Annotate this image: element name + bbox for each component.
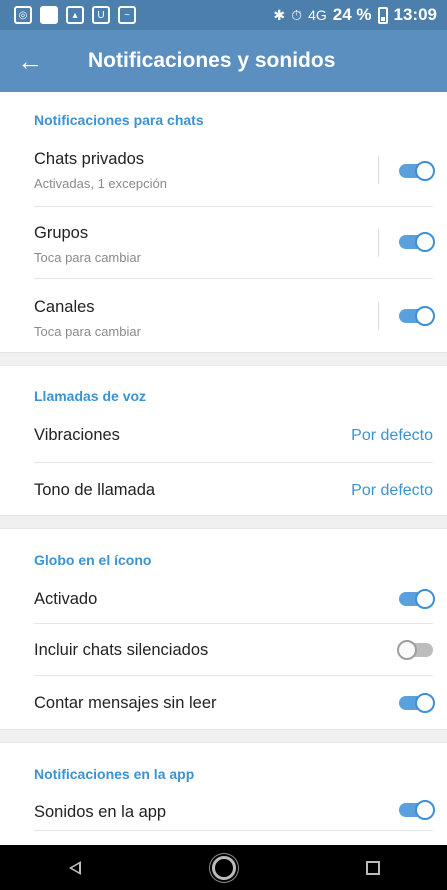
toggle-knob (415, 306, 435, 326)
groups-toggle[interactable] (399, 232, 435, 252)
toggle-knob (415, 589, 435, 609)
nav-home-button[interactable] (194, 845, 254, 890)
ringtone-value: Por defecto (351, 482, 433, 499)
status-time: 13:09 (393, 5, 437, 24)
include-muted-toggle[interactable] (397, 640, 433, 660)
home-circle-icon (211, 855, 236, 880)
section-header-calls: Llamadas de voz (34, 388, 147, 404)
system-nav-bar (0, 845, 447, 890)
row-include-muted[interactable]: Incluir chats silenciados (0, 624, 447, 676)
section-header-badge: Globo en el ícono (34, 552, 152, 568)
white-square-icon (40, 6, 58, 24)
toggle-knob (415, 161, 435, 181)
alarm-icon: ⏱ (291, 6, 303, 23)
vibrations-title: Vibraciones (34, 426, 120, 444)
shield-icon: U (92, 6, 110, 24)
bluetooth-icon: ✱ (273, 6, 286, 23)
toggle-knob (415, 800, 435, 820)
status-bar-system: ✱ ⏱ 4G 24 % 13:09 (273, 0, 437, 30)
private-chats-subtitle: Activadas, 1 excepción (34, 176, 167, 191)
nav-back-button[interactable] (45, 845, 105, 890)
ringtone-title: Tono de llamada (34, 481, 156, 499)
row-count-unread[interactable]: Contar mensajes sin leer (0, 676, 447, 728)
back-arrow-icon[interactable]: ← (0, 30, 60, 92)
status-bar-notifications: ◎ ▴ U ~ (0, 6, 136, 24)
row-private-chats[interactable]: Chats privados Activadas, 1 excepción (0, 135, 447, 207)
groups-subtitle: Toca para cambiar (34, 250, 141, 265)
chart-icon: ~ (118, 6, 136, 24)
battery-percent: 24 % (332, 5, 372, 24)
row-divider-line (378, 156, 379, 184)
count-unread-toggle[interactable] (399, 693, 435, 713)
in-app-sounds-title: Sonidos en la app (34, 803, 167, 821)
row-divider-line (378, 229, 379, 257)
nav-recents-button[interactable] (343, 845, 403, 890)
toggle-knob (415, 693, 435, 713)
badge-enabled-title: Activado (34, 590, 98, 608)
row-channels[interactable]: Canales Toca para cambiar (0, 279, 447, 351)
recents-square-icon (365, 860, 380, 875)
channels-title: Canales (34, 298, 95, 316)
toggle-knob (397, 640, 417, 660)
section-header-chats: Notificaciones para chats (34, 112, 204, 128)
status-bar: ◎ ▴ U ~ ✱ ⏱ 4G 24 % 13:09 (0, 0, 447, 30)
section-divider (0, 515, 447, 529)
vibrations-value: Por defecto (351, 427, 433, 444)
toggle-knob (415, 232, 435, 252)
channels-toggle[interactable] (399, 306, 435, 326)
gallery-icon: ▴ (66, 6, 84, 24)
row-groups[interactable]: Grupos Toca para cambiar (0, 207, 447, 279)
badge-enabled-toggle[interactable] (399, 589, 435, 609)
section-header-in-app: Notificaciones en la app (34, 766, 195, 782)
count-unread-title: Contar mensajes sin leer (34, 694, 217, 712)
row-ringtone[interactable]: Tono de llamada Por defecto (0, 463, 447, 515)
row-vibrations[interactable]: Vibraciones Por defecto (0, 409, 447, 463)
page-title: Notificaciones y sonidos (88, 49, 336, 72)
private-chats-title: Chats privados (34, 150, 145, 168)
include-muted-title: Incluir chats silenciados (34, 641, 209, 659)
back-triangle-icon (68, 860, 81, 875)
instagram-icon: ◎ (14, 6, 32, 24)
app-bar: ← Notificaciones y sonidos (0, 30, 447, 92)
network-icon: 4G (308, 7, 327, 23)
section-divider (0, 729, 447, 743)
groups-title: Grupos (34, 224, 89, 242)
in-app-sounds-toggle[interactable] (399, 800, 435, 820)
section-divider (0, 352, 447, 366)
battery-icon (377, 6, 388, 24)
row-badge-enabled[interactable]: Activado (0, 572, 447, 624)
row-in-app-sounds[interactable]: Sonidos en la app (0, 786, 447, 845)
row-divider-line (378, 302, 379, 330)
row-separator (34, 830, 433, 831)
channels-subtitle: Toca para cambiar (34, 324, 141, 339)
private-chats-toggle[interactable] (399, 161, 435, 181)
